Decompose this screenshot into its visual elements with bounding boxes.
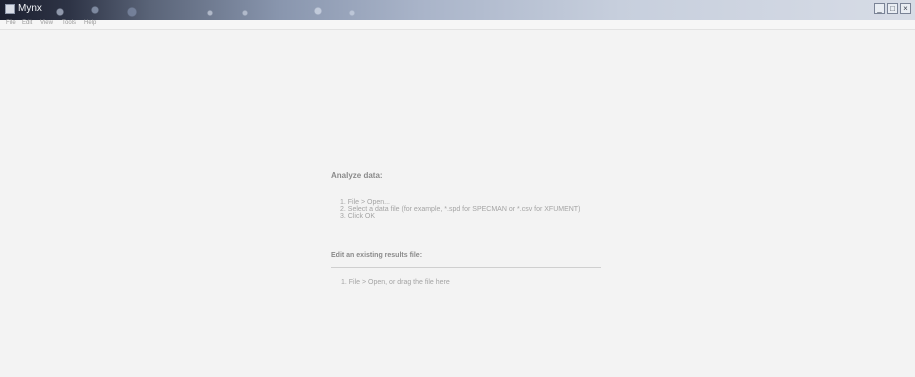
menu-edit[interactable]: Edit [22,20,32,26]
edit-heading: Edit an existing results file: [331,252,423,259]
app-icon [5,4,15,14]
menu-bar: File Edit View Tools Help [0,20,915,30]
title-bar: Mynx _ □ × [0,0,915,20]
close-button[interactable]: × [900,3,911,14]
menu-help[interactable]: Help [84,20,96,26]
maximize-button[interactable]: □ [887,3,898,14]
divider [331,267,601,268]
menu-file[interactable]: File [6,20,16,26]
title-bar-decoration [0,0,420,20]
menu-view[interactable]: View [40,20,53,26]
analyze-steps: 1. File > Open... 2. Select a data file … [340,199,580,220]
analyze-heading: Analyze data: [331,171,383,180]
edit-step-1: 1. File > Open, or drag the file here [341,279,450,286]
minimize-button[interactable]: _ [874,3,885,14]
window-controls: _ □ × [874,3,911,14]
analyze-step-2: 2. Select a data file (for example, *.sp… [340,206,581,213]
window-title: Mynx [18,3,42,14]
menu-tools[interactable]: Tools [62,20,76,26]
analyze-step-3: 3. Click OK [340,213,376,220]
analyze-step-1: 1. File > Open... [340,199,390,206]
